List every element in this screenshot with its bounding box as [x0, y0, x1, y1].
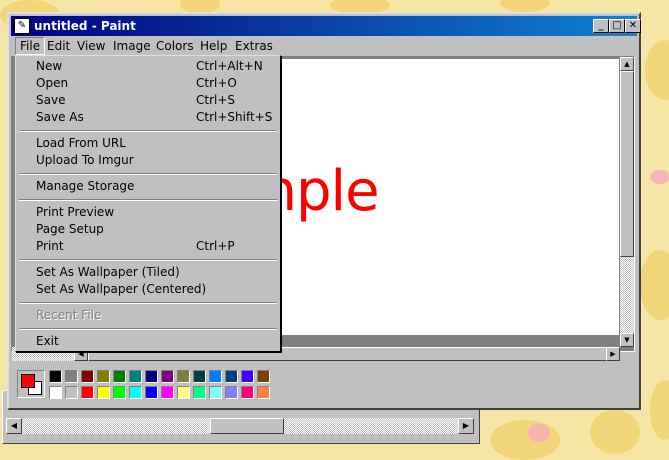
palette-swatch[interactable] — [209, 386, 222, 399]
palette-swatch[interactable] — [145, 370, 158, 383]
menu-separator — [19, 328, 277, 330]
menu-item-upload-to-imgur[interactable]: Upload To Imgur — [36, 152, 134, 169]
menu-separator — [19, 130, 277, 132]
palette-swatch[interactable] — [129, 370, 142, 383]
menu-view[interactable]: View — [73, 38, 109, 54]
palette-swatch[interactable] — [193, 370, 206, 383]
scroll-left-icon[interactable]: ◀ — [6, 418, 22, 434]
minimize-button[interactable]: _ — [593, 19, 609, 33]
palette-swatch[interactable] — [225, 386, 238, 399]
palette-swatch[interactable] — [225, 370, 238, 383]
menu-image[interactable]: Image — [109, 38, 155, 54]
menu-item-page-setup[interactable]: Page Setup — [36, 221, 104, 238]
window-title: untitled - Paint — [34, 19, 136, 33]
title-bar[interactable]: ✎ untitled - Paint _ □ ✕ — [11, 16, 641, 36]
palette-swatch[interactable] — [209, 370, 222, 383]
menu-colors[interactable]: Colors — [152, 38, 198, 54]
palette-swatch[interactable] — [257, 386, 270, 399]
menu-item-print-preview[interactable]: Print Preview — [36, 204, 114, 221]
menu-item-recent-file: Recent File — [36, 308, 102, 322]
menu-item-manage-storage[interactable]: Manage Storage — [36, 178, 134, 195]
menu-help[interactable]: Help — [196, 38, 231, 54]
palette-swatch[interactable] — [177, 370, 190, 383]
palette-swatch[interactable] — [241, 370, 254, 383]
current-colors[interactable] — [17, 370, 45, 398]
menu-separator — [19, 173, 277, 175]
shortcut-open: Ctrl+O — [196, 76, 237, 90]
palette-swatch[interactable] — [193, 386, 206, 399]
palette-swatch[interactable] — [97, 386, 110, 399]
menu-item-print[interactable]: Print — [36, 238, 64, 255]
menu-item-exit[interactable]: Exit — [36, 333, 59, 350]
vertical-scroll-thumb[interactable] — [620, 71, 634, 257]
vertical-scrollbar[interactable]: ▲ ▼ — [620, 57, 634, 347]
shortcut-new: Ctrl+Alt+N — [196, 59, 263, 73]
palette-swatch[interactable] — [113, 386, 126, 399]
palette-swatch[interactable] — [161, 370, 174, 383]
file-menu-dropdown: New Ctrl+Alt+N Open Ctrl+O Save Ctrl+S S… — [15, 55, 281, 352]
menu-separator — [19, 199, 277, 201]
palette-swatch[interactable] — [65, 386, 78, 399]
shortcut-print: Ctrl+P — [196, 239, 235, 253]
menu-item-save[interactable]: Save — [36, 92, 65, 109]
palette-swatch[interactable] — [161, 386, 174, 399]
menu-bar: File Edit View Image Colors Help Extras — [11, 36, 637, 56]
scroll-thumb[interactable] — [210, 418, 284, 434]
shortcut-save-as: Ctrl+Shift+S — [196, 110, 273, 124]
palette-swatch[interactable] — [49, 370, 62, 383]
menu-separator — [19, 259, 277, 261]
palette-swatch[interactable] — [81, 370, 94, 383]
menu-edit[interactable]: Edit — [43, 38, 74, 54]
close-button[interactable]: ✕ — [625, 19, 641, 33]
menu-item-wallpaper-centered[interactable]: Set As Wallpaper (Centered) — [36, 281, 206, 298]
palette-swatch[interactable] — [49, 386, 62, 399]
palette-swatch[interactable] — [129, 386, 142, 399]
menu-item-save-as[interactable]: Save As — [36, 109, 84, 126]
palette-swatch[interactable] — [113, 370, 126, 383]
menu-separator — [19, 302, 277, 304]
foreground-color[interactable] — [21, 374, 35, 388]
menu-extras[interactable]: Extras — [231, 38, 277, 54]
menu-item-open[interactable]: Open — [36, 75, 68, 92]
background-window-scrollbar[interactable]: ◀ ▶ — [6, 418, 474, 434]
palette-swatch[interactable] — [257, 370, 270, 383]
palette-swatch[interactable] — [241, 386, 254, 399]
palette-swatch[interactable] — [97, 370, 110, 383]
menu-file[interactable]: File — [15, 37, 46, 55]
scroll-up-icon[interactable]: ▲ — [620, 57, 634, 71]
menu-item-wallpaper-tiled[interactable]: Set As Wallpaper (Tiled) — [36, 264, 180, 281]
scroll-right-icon[interactable]: ▶ — [606, 347, 620, 361]
scroll-right-icon[interactable]: ▶ — [458, 418, 474, 434]
shortcut-save: Ctrl+S — [196, 93, 236, 107]
menu-item-new[interactable]: New — [36, 58, 62, 75]
palette-swatch[interactable] — [81, 386, 94, 399]
paint-app-icon: ✎ — [14, 18, 30, 34]
menu-item-load-from-url[interactable]: Load From URL — [36, 135, 126, 152]
scroll-down-icon[interactable]: ▼ — [620, 333, 634, 347]
palette-swatch[interactable] — [65, 370, 78, 383]
palette-swatch[interactable] — [177, 386, 190, 399]
color-box — [11, 364, 637, 404]
palette-swatch[interactable] — [145, 386, 158, 399]
maximize-button[interactable]: □ — [609, 19, 625, 33]
